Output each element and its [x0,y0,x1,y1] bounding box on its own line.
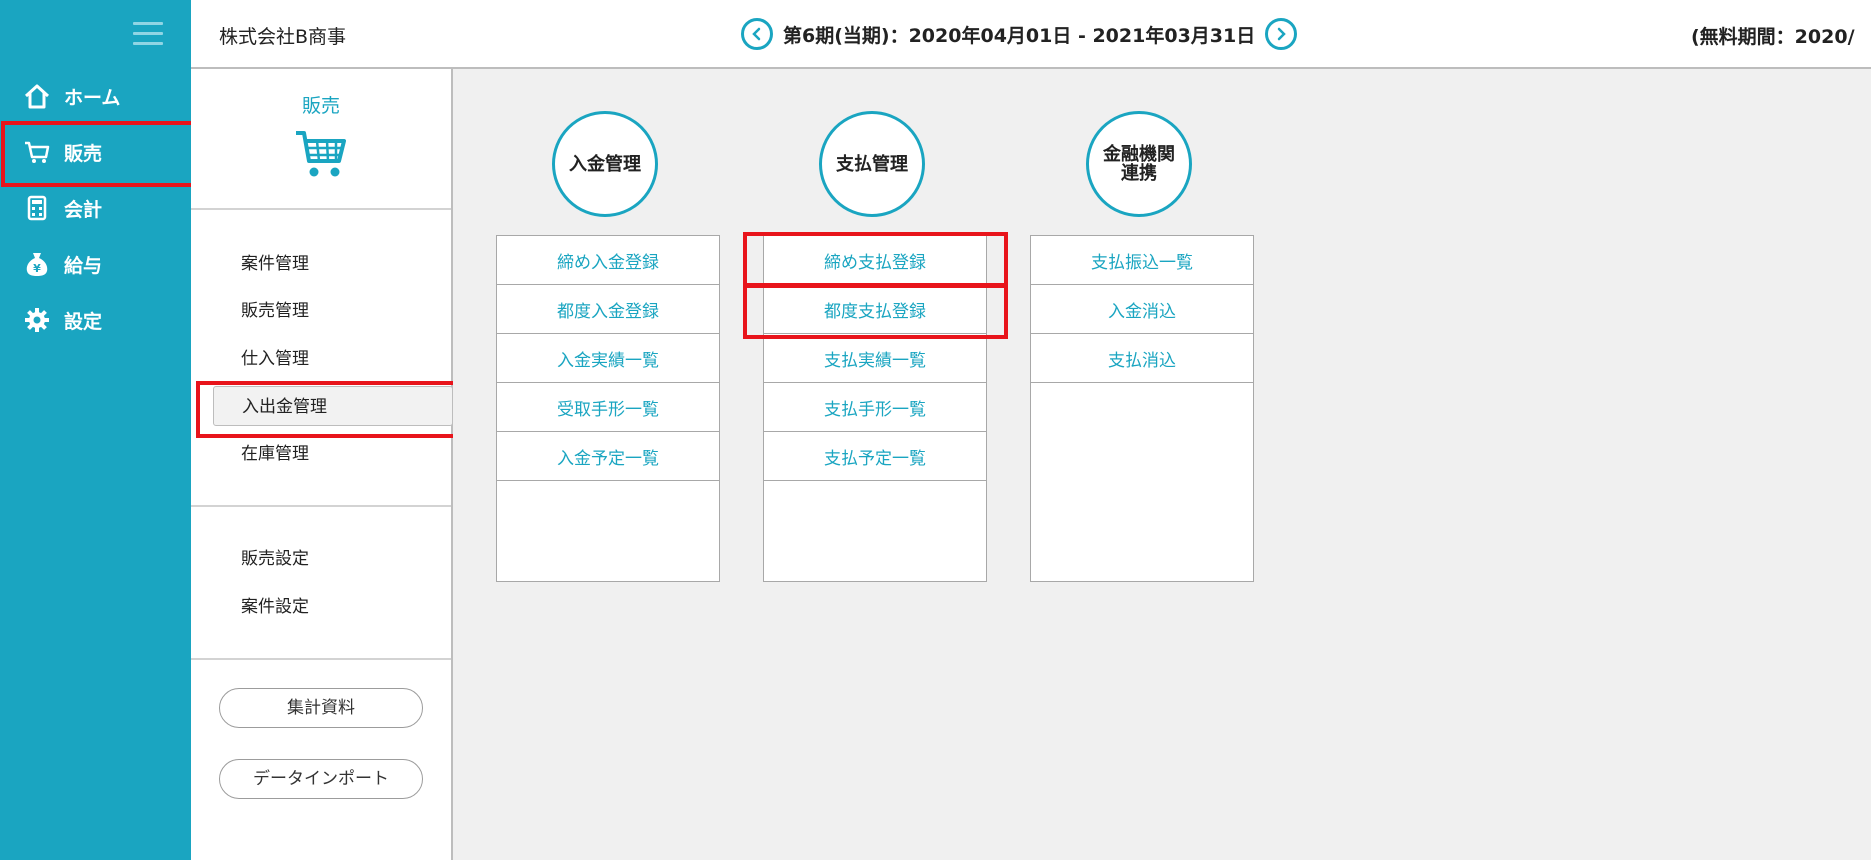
bank-integration-list: 支払振込一覧 入金消込 支払消込 [1030,235,1254,582]
divider [191,208,451,210]
submenu-item-project-settings[interactable]: 案件設定 [213,587,453,627]
cart-icon [22,137,52,167]
prev-period-button[interactable] [741,18,773,50]
period-label: 第6期(当期)：2020年04月01日 - 2021年03月31日 [783,24,1256,47]
nav-item-home[interactable]: ホーム [0,74,191,118]
list-item[interactable]: 都度入金登録 [497,285,719,334]
list-item[interactable]: 入金実績一覧 [497,334,719,383]
bank-integration-column: 金融機関 連携 支払振込一覧 入金消込 支払消込 [1030,69,1254,589]
nav-item-label: 設定 [64,310,103,333]
nav-item-sales[interactable]: 販売 [0,130,191,174]
receipt-management-heading: 入金管理 [552,111,658,217]
hamburger-menu-icon[interactable] [133,22,163,46]
list-item[interactable]: 入金予定一覧 [497,432,719,481]
submenu-item-payment-management[interactable]: 入出金管理 [213,386,453,426]
submenu-item-inventory-management[interactable]: 在庫管理 [213,434,453,474]
home-icon [22,81,52,111]
left-navigation: ホーム 販売 会計 ¥ 給与 設定 [0,0,191,860]
list-item[interactable]: 締め入金登録 [497,236,719,285]
payment-management-column: 支払管理 締め支払登録 都度支払登録 支払実績一覧 支払手形一覧 支払予定一覧 [763,69,987,589]
calculator-icon [22,193,52,223]
nav-item-label: 販売 [64,142,103,165]
summary-report-button[interactable]: 集計資料 [219,688,423,728]
divider [191,658,451,660]
list-item[interactable]: 支払予定一覧 [764,432,986,481]
nav-item-label: 会計 [64,198,103,221]
chevron-right-icon [1277,27,1287,41]
submenu-item-purchase-management[interactable]: 仕入管理 [213,339,453,379]
list-item[interactable]: 入金消込 [1031,285,1253,334]
cart-icon [294,127,348,187]
list-item[interactable]: 締め支払登録 [764,236,986,285]
list-item[interactable]: 都度支払登録 [764,285,986,334]
nav-item-payroll[interactable]: ¥ 給与 [0,242,191,286]
top-header: 株式会社B商事 第6期(当期)：2020年04月01日 - 2021年03月31… [191,0,1871,69]
submenu-title: 販売 [301,95,340,117]
list-item[interactable]: 支払振込一覧 [1031,236,1253,285]
submenu-item-sales-management[interactable]: 販売管理 [213,291,453,331]
list-item[interactable]: 支払手形一覧 [764,383,986,432]
gear-icon [22,305,52,335]
sales-submenu: 販売 案件管理 販売管理 仕入管理 入出金管理 在庫管理 販売設定 案件設定 集… [191,69,453,860]
period-selector: 第6期(当期)：2020年04月01日 - 2021年03月31日 [741,18,1298,50]
nav-item-label: 給与 [64,254,103,277]
bank-integration-heading: 金融機関 連携 [1086,111,1192,217]
money-bag-icon: ¥ [22,249,52,279]
list-item[interactable]: 受取手形一覧 [497,383,719,432]
nav-item-settings[interactable]: 設定 [0,298,191,342]
submenu-item-sales-settings[interactable]: 販売設定 [213,539,453,579]
payment-management-heading: 支払管理 [819,111,925,217]
receipt-management-column: 入金管理 締め入金登録 都度入金登録 入金実績一覧 受取手形一覧 入金予定一覧 [496,69,720,589]
nav-item-label: ホーム [64,86,121,109]
receipt-management-list: 締め入金登録 都度入金登録 入金実績一覧 受取手形一覧 入金予定一覧 [496,235,720,582]
list-item[interactable]: 支払消込 [1031,334,1253,383]
svg-text:¥: ¥ [33,262,41,275]
payment-management-list: 締め支払登録 都度支払登録 支払実績一覧 支払手形一覧 支払予定一覧 [763,235,987,582]
data-import-button[interactable]: データインポート [219,759,423,799]
submenu-item-project-management[interactable]: 案件管理 [213,244,453,284]
free-period-label: (無料期間：2020/ [1691,26,1855,48]
list-item[interactable]: 支払実績一覧 [764,334,986,383]
divider [191,505,451,507]
main-content: 入金管理 締め入金登録 都度入金登録 入金実績一覧 受取手形一覧 入金予定一覧 … [453,69,1871,860]
chevron-left-icon [752,27,761,41]
company-name: 株式会社B商事 [219,26,347,48]
nav-item-accounting[interactable]: 会計 [0,186,191,230]
next-period-button[interactable] [1265,18,1298,50]
